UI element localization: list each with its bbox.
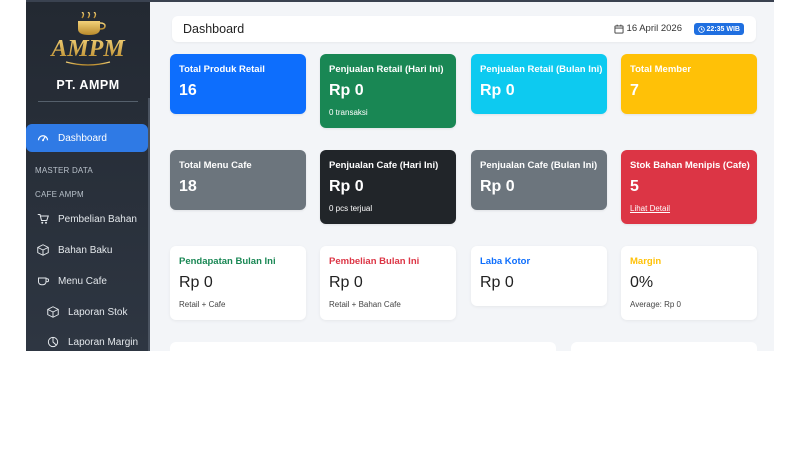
box-icon — [36, 243, 50, 257]
sidebar-item-label: Laporan Margin — [68, 336, 139, 348]
sidebar-item-label: Menu Cafe — [58, 275, 107, 287]
sidebar-item-bahan-baku[interactable]: Bahan Baku — [26, 236, 148, 264]
card-label: Penjualan Cafe (Hari Ini) — [329, 160, 439, 171]
date-text: 16 April 2026 — [626, 23, 682, 34]
card-value: Rp 0 — [329, 178, 364, 195]
card-subtext: 0 transaksi — [329, 108, 368, 117]
section-cafe-ampm: CAFE AMPM — [35, 190, 84, 199]
sidebar-item-label: Pembelian Bahan — [58, 213, 137, 225]
summary-label: Pembelian Bulan Ini — [329, 256, 420, 267]
gauge-icon — [36, 131, 50, 145]
page-title: Dashboard — [183, 22, 245, 36]
card-value: 5 — [630, 178, 639, 195]
sidebar-item-pembelian-bahan[interactable]: Pembelian Bahan — [26, 205, 148, 233]
card-penjualan-retail-hari-ini[interactable]: Penjualan Retail (Hari Ini) Rp 0 0 trans… — [320, 54, 456, 128]
card-label: Penjualan Retail (Hari Ini) — [329, 64, 444, 75]
card-penjualan-retail-bulan-ini[interactable]: Penjualan Retail (Bulan Ini) Rp 0 — [471, 54, 607, 114]
sidebar-item-label: Dashboard — [58, 132, 107, 144]
card-label: Penjualan Retail (Bulan Ini) — [480, 64, 603, 75]
card-total-produk-retail[interactable]: Total Produk Retail 16 — [170, 54, 306, 114]
calendar-icon — [614, 24, 624, 33]
card-label: Stok Bahan Menipis (Cafe) — [630, 160, 750, 171]
summary-value: Rp 0 — [329, 274, 363, 291]
cup-icon — [36, 274, 50, 288]
time-badge: 22:35 WIB — [693, 23, 744, 35]
sidebar-divider — [38, 101, 138, 102]
summary-pembelian-bulan-ini: Pembelian Bulan Ini Rp 0 Retail + Bahan … — [320, 246, 456, 320]
card-subtext: 0 pcs terjual — [329, 204, 373, 213]
card-value: Rp 0 — [329, 82, 364, 99]
card-label: Total Produk Retail — [179, 64, 265, 75]
card-label: Total Menu Cafe — [179, 160, 252, 171]
header-bar: Dashboard 16 April 2026 22:35 WIB — [172, 16, 756, 42]
sidebar-item-laporan-stok[interactable]: Laporan Stok — [26, 298, 148, 326]
sidebar-scrollbar[interactable] — [148, 98, 150, 351]
summary-subtext: Retail + Cafe — [179, 300, 226, 309]
summary-label: Laba Kotor — [480, 256, 531, 267]
logo-text: AMPM — [49, 36, 126, 62]
card-value: Rp 0 — [480, 82, 515, 99]
lihat-detail-link[interactable]: Lihat Detail — [630, 204, 670, 213]
bottom-panel-left — [170, 342, 556, 351]
sidebar: AMPM PT. AMPM Dashboard MASTER DATA CAFE… — [26, 2, 150, 351]
clock-icon — [697, 25, 705, 33]
date-display: 16 April 2026 — [614, 23, 682, 34]
summary-subtext: Average: Rp 0 — [630, 300, 681, 309]
summary-value: 0% — [630, 274, 654, 291]
summary-margin: Margin 0% Average: Rp 0 — [621, 246, 757, 320]
bottom-panel-right — [571, 342, 757, 351]
card-penjualan-cafe-bulan-ini[interactable]: Penjualan Cafe (Bulan Ini) Rp 0 — [471, 150, 607, 210]
sidebar-item-dashboard[interactable]: Dashboard — [26, 124, 148, 152]
card-value: Rp 0 — [480, 178, 515, 195]
summary-label: Margin — [630, 256, 662, 267]
card-label: Total Member — [630, 64, 692, 75]
card-value: 18 — [179, 178, 197, 195]
time-text: 22:35 WIB — [706, 25, 740, 33]
summary-subtext: Retail + Bahan Cafe — [329, 300, 401, 309]
card-stok-bahan-menipis[interactable]: Stok Bahan Menipis (Cafe) 5 Lihat Detail — [621, 150, 757, 224]
summary-pendapatan-bulan-ini: Pendapatan Bulan Ini Rp 0 Retail + Cafe — [170, 246, 306, 320]
ampm-logo: AMPM — [49, 12, 126, 66]
sidebar-item-menu-cafe[interactable]: Menu Cafe — [26, 267, 148, 295]
section-master-data: MASTER DATA — [35, 166, 93, 175]
card-label: Penjualan Cafe (Bulan Ini) — [480, 160, 598, 171]
sidebar-item-label: Bahan Baku — [58, 244, 113, 256]
sidebar-item-laporan-margin[interactable]: Laporan Margin — [26, 328, 148, 351]
card-total-menu-cafe[interactable]: Total Menu Cafe 18 — [170, 150, 306, 210]
summary-label: Pendapatan Bulan Ini — [179, 256, 276, 267]
summary-value: Rp 0 — [480, 274, 514, 291]
sidebar-item-label: Laporan Stok — [68, 306, 128, 318]
pie-icon — [46, 335, 60, 349]
card-value: 16 — [179, 82, 197, 99]
summary-value: Rp 0 — [179, 274, 213, 291]
summary-laba-kotor: Laba Kotor Rp 0 — [471, 246, 607, 306]
card-penjualan-cafe-hari-ini[interactable]: Penjualan Cafe (Hari Ini) Rp 0 0 pcs ter… — [320, 150, 456, 224]
cart-icon — [36, 212, 50, 226]
card-total-member[interactable]: Total Member 7 — [621, 54, 757, 114]
app-window: AMPM PT. AMPM Dashboard MASTER DATA CAFE… — [26, 0, 774, 351]
card-value: 7 — [630, 82, 639, 99]
company-name: PT. AMPM — [56, 78, 120, 92]
box-icon — [46, 305, 60, 319]
